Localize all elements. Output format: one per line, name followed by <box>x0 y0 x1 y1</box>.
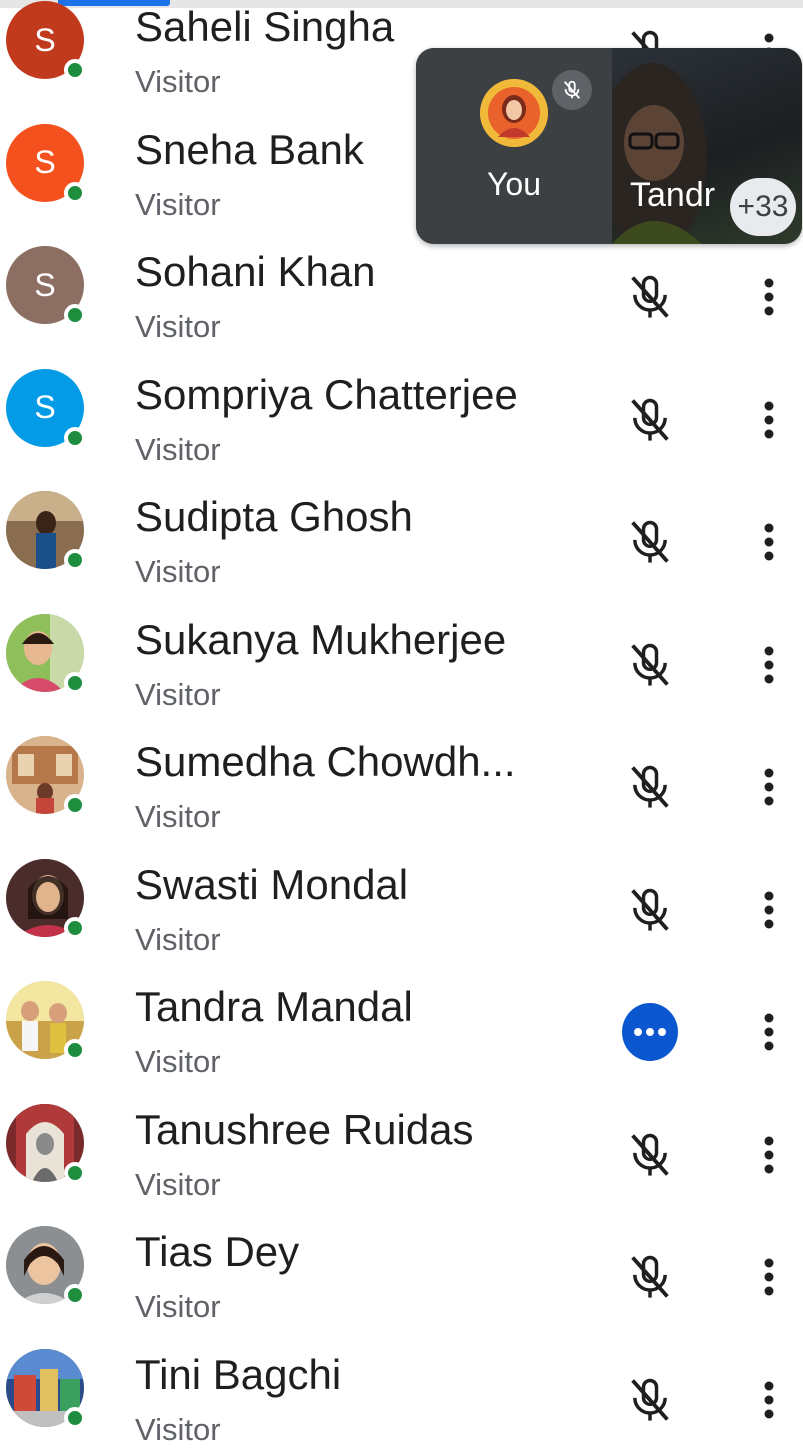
self-label: You <box>487 166 541 202</box>
more-vert-icon <box>764 1258 774 1296</box>
more-vert-icon <box>764 401 774 438</box>
more-vert-icon <box>764 1381 774 1418</box>
online-status-dot <box>64 181 86 204</box>
avatar-container: S <box>6 246 86 326</box>
avatar-container <box>6 1226 86 1306</box>
more-vert-icon <box>764 523 774 561</box>
mic-off-icon <box>631 1378 669 1421</box>
mic-off-button[interactable] <box>622 882 678 938</box>
more-options-button[interactable] <box>744 1127 794 1183</box>
more-options-button[interactable] <box>744 1372 794 1428</box>
more-vert-icon <box>764 278 774 316</box>
participant-name: Tias Dey <box>135 1228 300 1275</box>
speaking-dots-icon <box>622 1003 678 1061</box>
participant-row[interactable]: Swasti Mondal Visitor <box>0 822 803 957</box>
mic-off-icon <box>631 643 669 686</box>
participant-row[interactable]: Tias Dey Visitor <box>0 1189 803 1324</box>
speaking-indicator[interactable] <box>622 1003 678 1061</box>
participant-name: Sumedha Chowdh... <box>135 738 516 785</box>
online-status-dot <box>64 1406 86 1429</box>
participant-name: Tandra Mandal <box>135 983 413 1030</box>
avatar-container <box>6 491 86 571</box>
mic-off-icon <box>631 888 669 931</box>
mic-off-button[interactable] <box>622 1127 678 1183</box>
avatar-container <box>6 858 86 939</box>
more-vert-icon <box>764 1013 774 1051</box>
mic-off-button[interactable] <box>622 514 678 570</box>
participant-row[interactable]: Sumedha Chowdh... Visitor <box>0 699 803 834</box>
mic-off-button[interactable] <box>622 637 678 693</box>
self-tile: You <box>416 48 612 244</box>
avatar-container <box>6 613 86 694</box>
online-status-dot <box>64 549 86 571</box>
more-options-button[interactable] <box>744 514 794 570</box>
participant-role: Visitor <box>135 1411 221 1447</box>
online-status-dot <box>64 671 86 694</box>
participant-name: Sneha Bank <box>135 125 364 173</box>
avatar-container <box>6 981 86 1061</box>
more-participants-badge[interactable]: +33 <box>730 178 796 236</box>
avatar-letter: S <box>34 21 56 58</box>
avatar-container: S <box>6 368 86 449</box>
more-options-button[interactable] <box>744 882 794 938</box>
participant-row[interactable]: Sukanya Mukherjee Visitor <box>0 577 803 712</box>
participant-name: Swasti Mondal <box>135 860 409 908</box>
online-status-dot <box>64 1284 86 1306</box>
participant-name: Sohani Khan <box>135 248 376 295</box>
participant-name: Tanushree Ruidas <box>135 1105 474 1153</box>
mic-off-button[interactable] <box>622 1249 678 1305</box>
floating-call-preview[interactable]: You Tandr +33 <box>416 48 802 244</box>
more-options-button[interactable] <box>744 1249 794 1305</box>
more-options-button[interactable] <box>744 637 794 693</box>
online-status-dot <box>64 1039 86 1061</box>
online-status-dot <box>64 1161 86 1184</box>
participant-name: Sompriya Chatterjee <box>135 370 518 418</box>
avatar-container <box>6 736 86 816</box>
participant-name: Sudipta Ghosh <box>135 493 413 540</box>
participant-name: Sukanya Mukherjee <box>135 615 507 663</box>
participant-video-tile: Tandr +33 <box>597 48 802 244</box>
mic-off-button[interactable] <box>622 1372 678 1428</box>
avatar-container <box>6 1348 86 1429</box>
video-participant-name: Tandr <box>630 176 716 214</box>
more-options-button[interactable] <box>744 269 794 325</box>
avatar-letter: S <box>34 144 56 180</box>
participant-row[interactable]: Tandra Mandal Visitor <box>0 944 803 1079</box>
mic-off-icon <box>631 398 669 441</box>
mic-off-button[interactable] <box>622 269 678 325</box>
mic-off-icon <box>631 275 669 318</box>
participant-row[interactable]: Sudipta Ghosh Visitor <box>0 454 803 589</box>
avatar-letter: S <box>34 389 56 425</box>
more-options-button[interactable] <box>744 392 794 448</box>
avatar-container <box>6 1103 86 1184</box>
more-options-button[interactable] <box>744 1004 794 1060</box>
mic-off-icon <box>631 1133 669 1176</box>
participant-row[interactable]: Tanushree Ruidas Visitor <box>0 1067 803 1202</box>
participant-name: Saheli Singha <box>135 3 395 50</box>
online-status-dot <box>64 426 86 449</box>
online-status-dot <box>64 916 86 939</box>
avatar-letter: S <box>34 266 56 303</box>
avatar-container: S <box>6 123 86 204</box>
online-status-dot <box>64 304 86 326</box>
participant-row[interactable]: Tini Bagchi Visitor <box>0 1312 803 1447</box>
more-vert-icon <box>764 768 774 806</box>
online-status-dot <box>64 59 86 81</box>
more-options-button[interactable] <box>744 759 794 815</box>
self-avatar <box>480 79 548 147</box>
more-vert-icon <box>764 891 774 928</box>
participant-name: Tini Bagchi <box>135 1350 342 1398</box>
more-vert-icon <box>764 646 774 683</box>
mic-off-icon <box>631 765 669 808</box>
mic-off-button[interactable] <box>622 392 678 448</box>
participant-row[interactable]: S Sompriya Chatterjee Visitor <box>0 332 803 467</box>
self-mic-off-icon <box>552 70 592 110</box>
more-vert-icon <box>764 1136 774 1173</box>
mic-off-icon <box>631 1255 669 1298</box>
mic-off-icon <box>631 520 669 563</box>
avatar-container: S <box>6 1 86 81</box>
mic-off-button[interactable] <box>622 759 678 815</box>
online-status-dot <box>64 794 86 816</box>
